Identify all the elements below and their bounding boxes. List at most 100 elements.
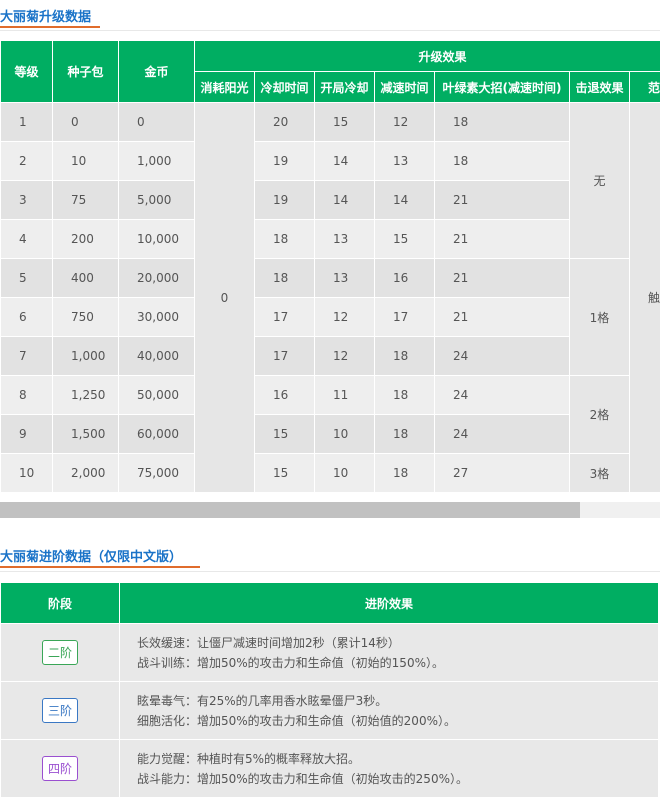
cell-cooldown: 19 xyxy=(255,142,315,181)
cell-knockback-one: 1格 xyxy=(570,259,630,376)
cell-coin: 40,000 xyxy=(119,337,195,376)
cell-cooldown: 18 xyxy=(255,259,315,298)
cell-seed: 2,000 xyxy=(53,454,119,493)
header-advance-effect: 进阶效果 xyxy=(120,583,659,624)
stage-badge: 三阶 xyxy=(42,698,78,723)
cell-slow: 17 xyxy=(375,298,435,337)
cell-cooldown: 17 xyxy=(255,298,315,337)
table-row: 9 1,500 60,000 15 10 18 24 xyxy=(1,415,660,454)
cell-coin: 5,000 xyxy=(119,181,195,220)
table-row: 3 75 5,000 19 14 14 21 xyxy=(1,181,660,220)
cell-knockback-two: 2格 xyxy=(570,376,630,454)
cell-level: 10 xyxy=(1,454,53,493)
cell-level: 5 xyxy=(1,259,53,298)
cell-level: 7 xyxy=(1,337,53,376)
cell-level: 3 xyxy=(1,181,53,220)
header-range: 范 xyxy=(630,72,660,103)
cell-cooldown: 19 xyxy=(255,181,315,220)
cell-coin: 75,000 xyxy=(119,454,195,493)
cell-level: 2 xyxy=(1,142,53,181)
cell-cooldown: 20 xyxy=(255,103,315,142)
cell-slow: 18 xyxy=(375,337,435,376)
header-slow-time: 减速时间 xyxy=(375,72,435,103)
title-underline xyxy=(0,26,100,28)
cell-seed: 200 xyxy=(53,220,119,259)
horizontal-scrollbar[interactable] xyxy=(0,502,660,518)
cell-ultimate: 21 xyxy=(435,181,570,220)
cell-seed: 1,000 xyxy=(53,337,119,376)
header-level: 等级 xyxy=(1,41,53,103)
cell-knockback-none: 无 xyxy=(570,103,630,259)
table-row: 4 200 10,000 18 13 15 21 xyxy=(1,220,660,259)
cell-level: 8 xyxy=(1,376,53,415)
cell-cooldown: 16 xyxy=(255,376,315,415)
table-row: 四阶 能力觉醒：种植时有5%的概率释放大招。 战斗能力：增加50%的攻击力和生命… xyxy=(1,740,659,798)
title-underline xyxy=(0,566,200,568)
cell-start-cooldown: 11 xyxy=(315,376,375,415)
effect-line: 眩晕毒气：有25%的几率用香水眩晕僵尸3秒。 xyxy=(121,691,657,711)
cell-ultimate: 21 xyxy=(435,259,570,298)
table-row: 6 750 30,000 17 12 17 21 xyxy=(1,298,660,337)
cell-start-cooldown: 12 xyxy=(315,337,375,376)
cell-ultimate: 18 xyxy=(435,142,570,181)
cell-slow: 18 xyxy=(375,415,435,454)
cell-start-cooldown: 10 xyxy=(315,454,375,493)
cell-level: 9 xyxy=(1,415,53,454)
table-row: 10 2,000 75,000 15 10 18 27 3格 xyxy=(1,454,660,493)
cell-slow: 12 xyxy=(375,103,435,142)
effect-line: 能力觉醒：种植时有5%的概率释放大招。 xyxy=(121,749,657,769)
table-row: 1 0 0 0 20 15 12 18 无 触 xyxy=(1,103,660,142)
cell-ultimate: 27 xyxy=(435,454,570,493)
table-row: 8 1,250 50,000 16 11 18 24 2格 xyxy=(1,376,660,415)
cell-start-cooldown: 15 xyxy=(315,103,375,142)
header-sun-cost: 消耗阳光 xyxy=(195,72,255,103)
header-start-cooldown: 开局冷却 xyxy=(315,72,375,103)
cell-start-cooldown: 12 xyxy=(315,298,375,337)
stage-badge: 二阶 xyxy=(42,640,78,665)
cell-seed: 750 xyxy=(53,298,119,337)
cell-cooldown: 18 xyxy=(255,220,315,259)
cell-slow: 16 xyxy=(375,259,435,298)
table-row: 2 10 1,000 19 14 13 18 xyxy=(1,142,660,181)
cell-cooldown: 15 xyxy=(255,415,315,454)
cell-ultimate: 21 xyxy=(435,220,570,259)
header-coin: 金币 xyxy=(119,41,195,103)
cell-ultimate: 24 xyxy=(435,376,570,415)
cell-coin: 60,000 xyxy=(119,415,195,454)
effect-line: 细胞活化：增加50%的攻击力和生命值（初始值的200%）。 xyxy=(121,711,657,731)
advance-table: 阶段 进阶效果 二阶 长效缓速：让僵尸减速时间增加2秒（累计14秒） 战斗训练：… xyxy=(0,582,659,798)
cell-coin: 1,000 xyxy=(119,142,195,181)
header-ultimate: 叶绿素大招(减速时间) xyxy=(435,72,570,103)
title-divider xyxy=(0,571,660,572)
cell-slow: 18 xyxy=(375,454,435,493)
header-cooldown: 冷却时间 xyxy=(255,72,315,103)
effect-line: 战斗能力：增加50%的攻击力和生命值（初始攻击的250%）。 xyxy=(121,769,657,789)
scrollbar-thumb[interactable] xyxy=(0,502,580,518)
cell-start-cooldown: 13 xyxy=(315,259,375,298)
cell-coin: 10,000 xyxy=(119,220,195,259)
cell-slow: 13 xyxy=(375,142,435,181)
cell-start-cooldown: 13 xyxy=(315,220,375,259)
upgrade-table: 等级 种子包 金币 升级效果 消耗阳光 冷却时间 开局冷却 减速时间 叶绿素大招… xyxy=(0,40,660,493)
table-row: 三阶 眩晕毒气：有25%的几率用香水眩晕僵尸3秒。 细胞活化：增加50%的攻击力… xyxy=(1,682,659,740)
upgrade-table-scroll[interactable]: 等级 种子包 金币 升级效果 消耗阳光 冷却时间 开局冷却 减速时间 叶绿素大招… xyxy=(0,40,660,493)
header-seed-pack: 种子包 xyxy=(53,41,119,103)
cell-start-cooldown: 14 xyxy=(315,142,375,181)
title-divider xyxy=(0,30,660,31)
stage-badge: 四阶 xyxy=(42,756,78,781)
effect-line: 战斗训练：增加50%的攻击力和生命值（初始的150%）。 xyxy=(121,653,657,673)
cell-coin: 0 xyxy=(119,103,195,142)
header-upgrade-effect: 升级效果 xyxy=(195,41,660,72)
cell-start-cooldown: 10 xyxy=(315,415,375,454)
cell-knockback-three: 3格 xyxy=(570,454,630,493)
cell-seed: 1,250 xyxy=(53,376,119,415)
cell-seed: 1,500 xyxy=(53,415,119,454)
header-knockback: 击退效果 xyxy=(570,72,630,103)
cell-level: 1 xyxy=(1,103,53,142)
cell-coin: 30,000 xyxy=(119,298,195,337)
cell-slow: 15 xyxy=(375,220,435,259)
table-row: 5 400 20,000 18 13 16 21 1格 xyxy=(1,259,660,298)
header-stage: 阶段 xyxy=(1,583,120,624)
cell-ultimate: 21 xyxy=(435,298,570,337)
cell-start-cooldown: 14 xyxy=(315,181,375,220)
